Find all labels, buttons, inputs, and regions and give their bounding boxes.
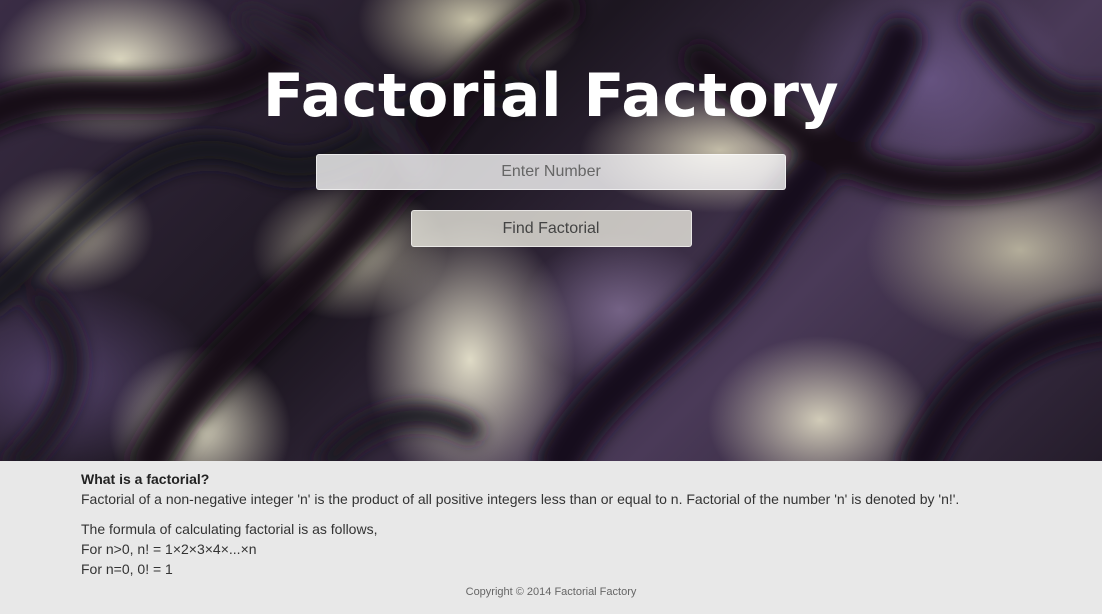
info-heading: What is a factorial? bbox=[81, 471, 210, 487]
hero-section: Factorial Factory Find Factorial bbox=[0, 0, 1102, 461]
formula-case-positive: For n>0, n! = 1×2×3×4×...×n bbox=[81, 541, 257, 557]
number-input[interactable] bbox=[316, 154, 786, 190]
hero-content: Factorial Factory Find Factorial bbox=[0, 0, 1102, 247]
definition-text: Factorial of a non-negative integer 'n' … bbox=[81, 491, 960, 507]
find-factorial-button[interactable]: Find Factorial bbox=[410, 210, 692, 247]
formula-case-zero: For n=0, 0! = 1 bbox=[81, 561, 173, 577]
formula-block: The formula of calculating factorial is … bbox=[81, 519, 1021, 579]
page-title: Factorial Factory bbox=[262, 61, 840, 131]
info-section: What is a factorial? Factorial of a non-… bbox=[0, 461, 1102, 614]
footer-copyright: Copyright © 2014 Factorial Factory bbox=[465, 586, 637, 598]
formula-intro: The formula of calculating factorial is … bbox=[81, 521, 378, 537]
